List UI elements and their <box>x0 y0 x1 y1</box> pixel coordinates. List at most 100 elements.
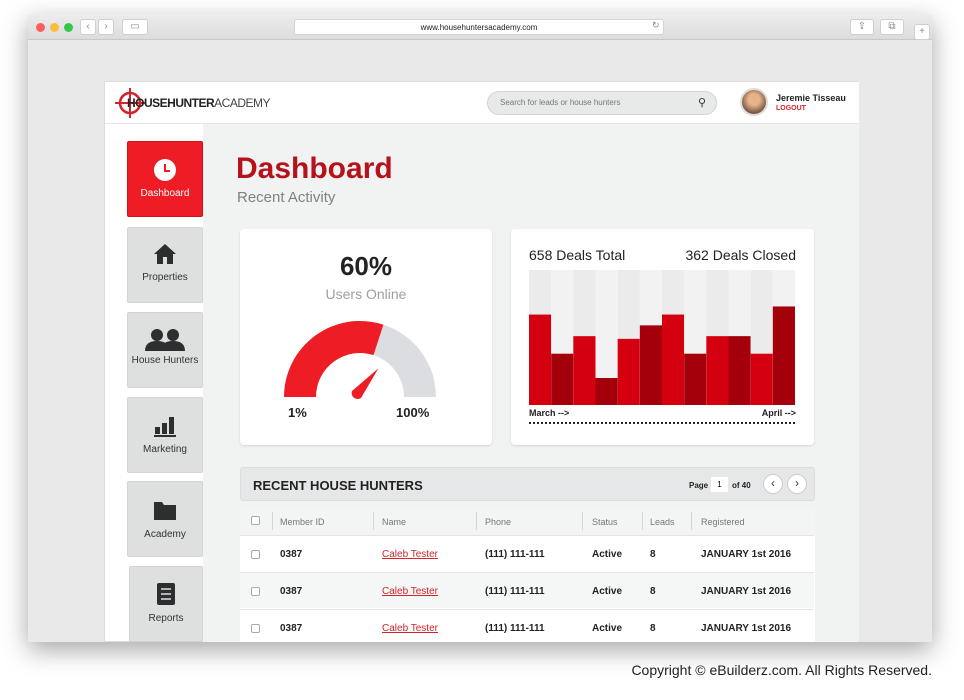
deals-total: 658 Deals Total <box>529 247 626 263</box>
page-subtitle: Recent Activity <box>237 189 336 206</box>
sidebar-item-label: Dashboard <box>140 188 190 199</box>
avatar[interactable] <box>740 88 768 116</box>
cell-name[interactable]: Caleb Tester <box>382 549 438 560</box>
sidebar-item-label: Marketing <box>143 444 187 455</box>
column-header-member-id[interactable]: Member ID <box>280 517 325 527</box>
search-input[interactable]: Search for leads or house hunters ⚲ <box>487 91 717 115</box>
gauge <box>284 321 436 400</box>
logout-link[interactable]: LOGOUT <box>776 105 806 112</box>
copyright-text: Copyright © eBuilderz.com. All Rights Re… <box>631 662 932 678</box>
close-window-button[interactable] <box>36 23 45 32</box>
forward-icon[interactable]: › <box>98 19 114 35</box>
table-row[interactable]: 0387 Caleb Tester (111) 111-111 Active 8 JANU… <box>240 609 814 642</box>
column-header-registered[interactable]: Registered <box>701 517 745 527</box>
gauge-needle <box>351 368 379 400</box>
sidebar-item-label: Academy <box>144 529 186 540</box>
cell-name[interactable]: Caleb Tester <box>382 586 438 597</box>
column-header-status[interactable]: Status <box>592 517 618 527</box>
column-header-phone[interactable]: Phone <box>485 517 511 527</box>
app-header: HOUSEHUNTERACADEMY Search for leads or h… <box>105 82 859 124</box>
deals-closed: 362 Deals Closed <box>685 247 796 263</box>
bar <box>728 336 751 405</box>
cell-leads: 8 <box>650 549 656 560</box>
logo[interactable]: HOUSEHUNTERACADEMY <box>127 96 271 110</box>
maximize-window-button[interactable] <box>64 23 73 32</box>
sidebar-item-properties[interactable]: Properties <box>127 227 203 303</box>
sidebar-item-academy[interactable]: Academy <box>127 481 203 557</box>
cell-leads: 8 <box>650 586 656 597</box>
search-placeholder: Search for leads or house hunters <box>500 98 621 107</box>
logo-thin-text: ACADEMY <box>214 96 271 110</box>
sidebar-item-marketing[interactable]: Marketing <box>127 397 203 473</box>
table-row[interactable]: 0387 Caleb Tester (111) 111-111 Active 8 JANU… <box>240 572 814 608</box>
search-icon[interactable]: ⚲ <box>698 92 706 114</box>
row-checkbox[interactable] <box>251 587 260 596</box>
folder-icon <box>154 502 176 520</box>
cell-leads: 8 <box>650 623 656 634</box>
house-icon <box>154 244 176 264</box>
users-icon <box>145 329 185 351</box>
cell-status: Active <box>592 549 623 560</box>
row-checkbox[interactable] <box>251 550 260 559</box>
page-number-input[interactable]: 1 <box>711 477 728 492</box>
table-header: Member ID Name Phone Status Leads Regist… <box>240 507 815 535</box>
cell-member-id: 0387 <box>280 586 303 597</box>
logo-bold-text: HOUSEHUNTER <box>127 96 215 110</box>
gauge-track <box>373 324 436 397</box>
cell-member-id: 0387 <box>280 623 303 634</box>
select-all-checkbox[interactable] <box>251 516 260 525</box>
page-total: of 40 <box>732 481 751 490</box>
deals-bar-chart <box>529 270 795 405</box>
address-bar[interactable]: www.househuntersacademy.com <box>294 19 664 35</box>
sidebar-item-label: Properties <box>142 272 188 283</box>
clock-icon <box>154 159 176 181</box>
prev-page-button[interactable]: ‹ <box>763 474 783 494</box>
column-header-name[interactable]: Name <box>382 517 406 527</box>
table-row[interactable]: 0387 Caleb Tester (111) 111-111 Active 8 JANU… <box>240 535 814 571</box>
gauge-value: 60% <box>339 251 393 281</box>
new-tab-icon[interactable]: + <box>914 24 930 40</box>
sidebar-item-dashboard[interactable]: Dashboard <box>127 141 203 217</box>
cell-phone: (111) 111-111 <box>485 549 545 560</box>
bar-chart-icon <box>154 417 176 437</box>
bar <box>617 338 640 405</box>
gauge-min-label: 1% <box>288 405 307 420</box>
reload-icon[interactable]: ↻ <box>652 20 660 31</box>
bar <box>684 353 707 405</box>
tabs-icon[interactable]: ⧉ <box>880 19 904 35</box>
minimize-window-button[interactable] <box>50 23 59 32</box>
axis-start-label: March --> <box>529 408 570 418</box>
sidebar-item-label: House Hunters <box>131 355 199 366</box>
table-title-bar: RECENT HOUSE HUNTERS Page 1 of 40 ‹ › <box>240 467 815 501</box>
gauge-fill <box>284 321 384 397</box>
document-icon <box>157 583 175 605</box>
bar <box>551 353 574 405</box>
cell-name[interactable]: Caleb Tester <box>382 623 438 634</box>
bar <box>706 336 729 405</box>
cell-phone: (111) 111-111 <box>485 623 545 634</box>
sidebar-item-house-hunters[interactable]: House Hunters <box>127 312 203 388</box>
sidebar-toggle-icon[interactable]: ▭ <box>122 19 148 35</box>
bar <box>639 325 662 405</box>
share-icon[interactable]: ⇪ <box>850 19 874 35</box>
cell-status: Active <box>592 623 623 634</box>
table-title: RECENT HOUSE HUNTERS <box>253 478 423 493</box>
row-checkbox[interactable] <box>251 624 260 633</box>
page-label: Page <box>689 481 709 490</box>
bar <box>573 336 596 405</box>
cell-registered: JANUARY 1st 2016 <box>701 623 792 634</box>
bar <box>772 306 795 405</box>
deals-card: 658 Deals Total 362 Deals Closed March -… <box>511 229 814 445</box>
web-page: HOUSEHUNTERACADEMY Search for leads or h… <box>104 81 859 642</box>
bar <box>595 378 618 405</box>
timeline-axis <box>529 422 795 424</box>
user-name: Jeremie Tisseau <box>776 93 846 103</box>
cell-registered: JANUARY 1st 2016 <box>701 586 792 597</box>
users-online-card: 60% Users Online 1% 100% <box>240 229 492 445</box>
back-icon[interactable]: ‹ <box>80 19 96 35</box>
sidebar-item-reports[interactable]: Reports <box>129 566 203 642</box>
bar <box>750 353 773 405</box>
cell-status: Active <box>592 586 623 597</box>
column-header-leads[interactable]: Leads <box>650 517 675 527</box>
next-page-button[interactable]: › <box>787 474 807 494</box>
